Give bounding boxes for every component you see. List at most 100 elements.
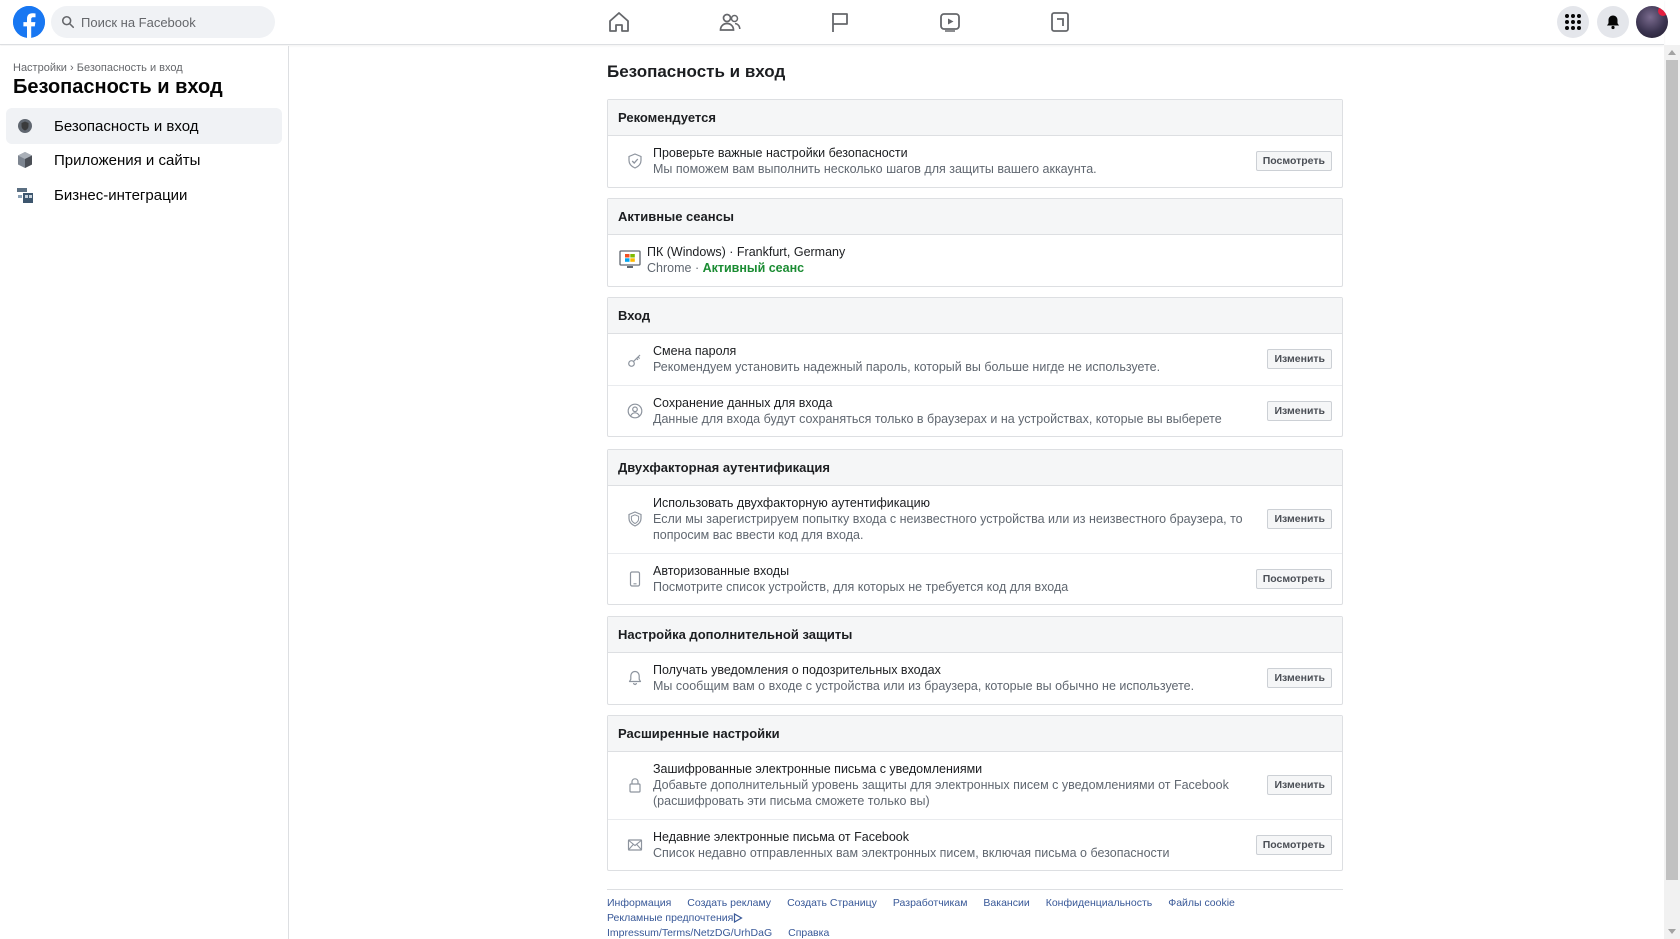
item-description-cont: попросим вас ввести код для входа. bbox=[653, 528, 864, 542]
list-item: Получать уведомления о подозрительных вх… bbox=[608, 653, 1342, 704]
list-item: Недавние электронные письма от Facebook … bbox=[608, 819, 1342, 870]
footer-link-privacy[interactable]: Конфиденциальность bbox=[1046, 896, 1153, 911]
bell-icon bbox=[628, 670, 642, 686]
user-circle-icon bbox=[627, 403, 643, 419]
page-title: Безопасность и вход bbox=[607, 62, 786, 81]
recent-emails-view-button[interactable]: Посмотреть bbox=[1255, 835, 1332, 855]
search-box[interactable] bbox=[51, 6, 275, 38]
menu-grid-icon[interactable] bbox=[1557, 6, 1589, 38]
footer-link-impressum[interactable]: Impressum/Terms/NetzDG/UrhDaG bbox=[607, 926, 772, 939]
item-description: Если мы зарегистрируем попытку входа с н… bbox=[653, 512, 1243, 526]
separator: · bbox=[691, 261, 703, 275]
notification-dot bbox=[1658, 6, 1668, 16]
envelope-icon bbox=[627, 839, 643, 851]
card-header: Вход bbox=[608, 298, 1342, 334]
footer-link-about[interactable]: Информация bbox=[607, 896, 671, 911]
item-description: Посмотрите список устройств, для которых… bbox=[653, 580, 1069, 594]
session-row[interactable]: ПК (Windows) · Frankfurt, Germany Chrome… bbox=[608, 235, 1342, 286]
search-input[interactable] bbox=[81, 14, 261, 30]
list-item: Использовать двухфакторную аутентификаци… bbox=[608, 486, 1342, 553]
sidebar-item-business[interactable]: Бизнес-интеграции bbox=[6, 177, 282, 213]
footer-link-ad-choices[interactable]: Рекламные предпочтения bbox=[607, 911, 744, 926]
item-title: Сохранение данных для входа bbox=[653, 396, 833, 410]
session-location: Frankfurt, Germany bbox=[736, 245, 846, 259]
key-icon bbox=[628, 354, 641, 367]
item-title: Авторизованные входы bbox=[653, 564, 790, 578]
sidebar-item-label: Приложения и сайты bbox=[54, 151, 201, 169]
item-title: Недавние электронные письма от Facebook bbox=[653, 830, 910, 844]
list-item: Проверьте важные настройки безопасности … bbox=[608, 136, 1342, 187]
pages-flag-icon[interactable] bbox=[827, 10, 853, 34]
card-header: Активные сеансы bbox=[608, 199, 1342, 235]
session-details: Chrome · Активный сеанс bbox=[647, 260, 845, 276]
footer-link-careers[interactable]: Вакансии bbox=[983, 896, 1029, 911]
footer-links-secondary: Impressum/Terms/NetzDG/UrhDaG Справка bbox=[607, 926, 1343, 939]
page-footer: Информация Создать рекламу Создать Стран… bbox=[607, 889, 1343, 939]
item-title: Проверьте важные настройки безопасности bbox=[653, 146, 908, 160]
item-description: Рекомендуем установить надежный пароль, … bbox=[653, 360, 1161, 374]
card-header: Двухфакторная аутентификация bbox=[608, 450, 1342, 486]
scroll-down-arrow-icon[interactable] bbox=[1668, 929, 1676, 934]
sidebar-item-label: Безопасность и вход bbox=[54, 117, 199, 135]
session-status-badge: Активный сеанс bbox=[702, 261, 805, 275]
windows-pc-icon bbox=[619, 250, 641, 268]
recommended-card: Рекомендуется Проверьте важные настройки… bbox=[607, 99, 1343, 188]
footer-link-developers[interactable]: Разработчикам bbox=[893, 896, 968, 911]
page-scrollbar[interactable] bbox=[1664, 45, 1680, 939]
encrypted-emails-change-button[interactable]: Изменить bbox=[1267, 775, 1332, 795]
two-factor-change-button[interactable]: Изменить bbox=[1267, 509, 1332, 529]
facebook-logo-icon[interactable] bbox=[13, 6, 45, 38]
home-icon[interactable] bbox=[606, 10, 632, 34]
login-card: Вход Смена пароля Рекомендуем установить… bbox=[607, 297, 1343, 437]
profile-avatar[interactable] bbox=[1636, 6, 1668, 38]
lock-icon bbox=[629, 778, 641, 793]
item-title: Получать уведомления о подозрительных вх… bbox=[653, 663, 941, 677]
change-password-button[interactable]: Изменить bbox=[1267, 349, 1332, 369]
extra-security-card: Настройка дополнительной защиты Получать… bbox=[607, 616, 1343, 705]
advanced-settings-card: Расширенные настройки Зашифрованные элек… bbox=[607, 715, 1343, 871]
ad-choices-icon bbox=[734, 913, 744, 924]
footer-link-cookies[interactable]: Файлы cookie bbox=[1168, 896, 1235, 911]
footer-link-help[interactable]: Справка bbox=[788, 926, 829, 939]
authorized-logins-button[interactable]: Посмотреть bbox=[1255, 569, 1332, 589]
session-device: ПК (Windows) · Frankfurt, Germany bbox=[647, 244, 845, 260]
watch-video-icon[interactable] bbox=[937, 10, 963, 34]
active-sessions-card: Активные сеансы ПК (Windows) · Frankfurt… bbox=[607, 198, 1343, 287]
sidebar-item-label: Бизнес-интеграции bbox=[54, 186, 188, 204]
footer-link-create-ad[interactable]: Создать рекламу bbox=[687, 896, 771, 911]
friends-icon[interactable] bbox=[717, 10, 743, 34]
breadcrumb: Настройки › Безопасность и вход bbox=[13, 62, 183, 74]
alerts-change-button[interactable]: Изменить bbox=[1267, 668, 1332, 688]
item-description: Добавьте дополнительный уровень защиты д… bbox=[653, 778, 1229, 792]
footer-link-create-page[interactable]: Создать Страницу bbox=[787, 896, 877, 911]
list-item: Смена пароля Рекомендуем установить наде… bbox=[608, 334, 1342, 385]
gaming-icon[interactable] bbox=[1047, 10, 1073, 34]
scroll-up-arrow-icon[interactable] bbox=[1668, 50, 1676, 55]
item-description: Список недавно отправленных вам электрон… bbox=[653, 846, 1170, 860]
item-description: Мы поможем вам выполнить несколько шагов… bbox=[653, 162, 1097, 176]
item-title: Зашифрованные электронные письма с уведо… bbox=[653, 762, 983, 776]
phone-icon bbox=[629, 571, 641, 587]
breadcrumb-settings-link[interactable]: Настройки bbox=[13, 62, 67, 74]
scrollbar-thumb[interactable] bbox=[1666, 60, 1678, 880]
list-item: Сохранение данных для входа Данные для в… bbox=[608, 385, 1342, 436]
item-title: Смена пароля bbox=[653, 344, 737, 358]
item-description: Данные для входа будут сохраняться тольк… bbox=[653, 412, 1222, 426]
save-login-button[interactable]: Изменить bbox=[1267, 401, 1332, 421]
cube-icon bbox=[16, 151, 34, 169]
notifications-bell-icon[interactable] bbox=[1597, 6, 1629, 38]
list-item: Зашифрованные электронные письма с уведо… bbox=[608, 752, 1342, 819]
shield-icon bbox=[628, 511, 642, 527]
item-title: Использовать двухфакторную аутентификаци… bbox=[653, 496, 930, 510]
sidebar-item-apps[interactable]: Приложения и сайты bbox=[6, 142, 282, 178]
item-description-cont: (расшифровать эти письма сможете только … bbox=[653, 794, 930, 808]
view-security-button[interactable]: Посмотреть bbox=[1255, 151, 1332, 171]
top-navigation-bar bbox=[0, 0, 1668, 45]
ad-choices-label: Рекламные предпочтения bbox=[607, 912, 734, 924]
card-header: Рекомендуется bbox=[608, 100, 1342, 136]
sidebar-item-security[interactable]: Безопасность и вход bbox=[6, 108, 282, 144]
settings-sidebar: Настройки › Безопасность и вход Безопасн… bbox=[0, 46, 289, 939]
separator: · bbox=[725, 245, 737, 259]
shield-icon bbox=[16, 117, 34, 135]
card-header: Расширенные настройки bbox=[608, 716, 1342, 752]
